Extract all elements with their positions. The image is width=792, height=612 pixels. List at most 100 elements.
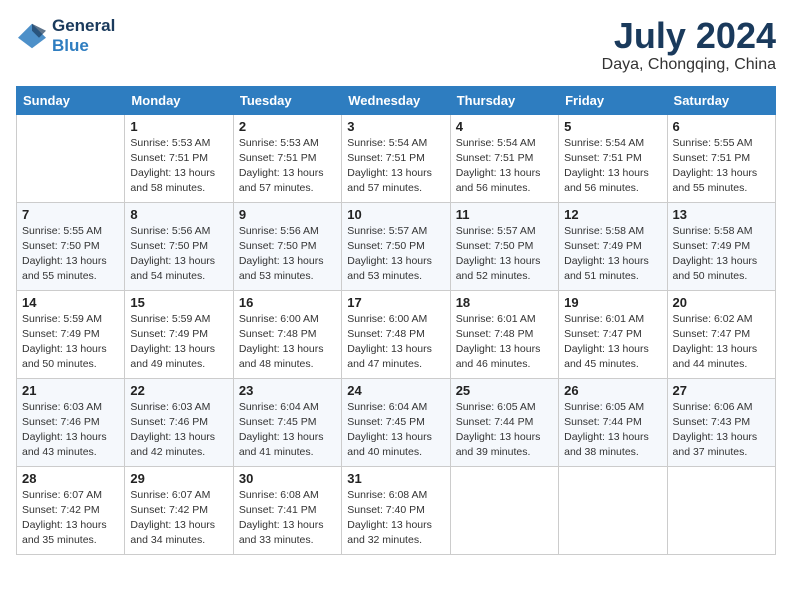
day-number: 11 (456, 207, 553, 222)
day-detail: Sunrise: 6:08 AMSunset: 7:41 PMDaylight:… (239, 488, 336, 549)
logo: General Blue (16, 16, 115, 55)
daylight-text: Daylight: 13 hours and 43 minutes. (22, 430, 119, 460)
sunrise-text: Sunrise: 5:59 AM (130, 312, 227, 327)
daylight-text: Daylight: 13 hours and 38 minutes. (564, 430, 661, 460)
weekday-header-thursday: Thursday (450, 86, 558, 114)
day-detail: Sunrise: 6:01 AMSunset: 7:48 PMDaylight:… (456, 312, 553, 373)
sunset-text: Sunset: 7:51 PM (239, 151, 336, 166)
calendar-cell: 30 Sunrise: 6:08 AMSunset: 7:41 PMDayligh… (233, 466, 341, 554)
calendar-cell: 6Sunrise: 5:55 AMSunset: 7:51 PMDaylight… (667, 114, 775, 202)
sunset-text: Sunset: 7:49 PM (22, 327, 119, 342)
sunrise-text: Sunrise: 6:08 AM (239, 488, 336, 503)
sunset-text: Sunset: 7:51 PM (130, 151, 227, 166)
weekday-header-saturday: Saturday (667, 86, 775, 114)
sunset-text: Sunset: 7:51 PM (347, 151, 444, 166)
day-detail: Sunrise: 6:04 AMSunset: 7:45 PMDaylight:… (239, 400, 336, 461)
day-number: 2 (239, 119, 336, 134)
daylight-text: Daylight: 13 hours and 37 minutes. (673, 430, 770, 460)
day-detail: Sunrise: 6:00 AMSunset: 7:48 PMDaylight:… (239, 312, 336, 373)
daylight-text: Daylight: 13 hours and 49 minutes. (130, 342, 227, 372)
daylight-text: Daylight: 13 hours and 46 minutes. (456, 342, 553, 372)
calendar-cell: 3Sunrise: 5:54 AMSunset: 7:51 PMDaylight… (342, 114, 450, 202)
day-number: 10 (347, 207, 444, 222)
sunrise-text: Sunrise: 6:00 AM (347, 312, 444, 327)
calendar-cell: 28Sunrise: 6:07 AMSunset: 7:42 PMDayligh… (17, 466, 125, 554)
week-row-5: 28Sunrise: 6:07 AMSunset: 7:42 PMDayligh… (17, 466, 776, 554)
day-detail: Sunrise: 6:00 AMSunset: 7:48 PMDaylight:… (347, 312, 444, 373)
day-detail: Sunrise: 6:03 AMSunset: 7:46 PMDaylight:… (22, 400, 119, 461)
sunrise-text: Sunrise: 5:57 AM (347, 224, 444, 239)
sunset-text: Sunset: 7:42 PM (130, 503, 227, 518)
page-header: General Blue July 2024 Daya, Chongqing, … (16, 16, 776, 74)
sunset-text: Sunset: 7:49 PM (564, 239, 661, 254)
sunrise-text: Sunrise: 5:55 AM (22, 224, 119, 239)
daylight-text: Daylight: 13 hours and 33 minutes. (239, 518, 336, 548)
sunrise-text: Sunrise: 5:58 AM (673, 224, 770, 239)
sunrise-text: Sunrise: 5:53 AM (130, 136, 227, 151)
daylight-text: Daylight: 13 hours and 54 minutes. (130, 254, 227, 284)
day-number: 15 (130, 295, 227, 310)
logo-icon (16, 22, 48, 50)
day-detail: Sunrise: 5:54 AMSunset: 7:51 PMDaylight:… (456, 136, 553, 197)
calendar-cell: 19Sunrise: 6:01 AMSunset: 7:47 PMDayligh… (559, 290, 667, 378)
sunrise-text: Sunrise: 5:59 AM (22, 312, 119, 327)
calendar-cell (667, 466, 775, 554)
day-number: 23 (239, 383, 336, 398)
day-detail: Sunrise: 5:54 AMSunset: 7:51 PMDaylight:… (347, 136, 444, 197)
day-detail: Sunrise: 5:53 AMSunset: 7:51 PMDaylight:… (130, 136, 227, 197)
daylight-text: Daylight: 13 hours and 58 minutes. (130, 166, 227, 196)
sunrise-text: Sunrise: 6:03 AM (22, 400, 119, 415)
day-number: 12 (564, 207, 661, 222)
sunset-text: Sunset: 7:40 PM (347, 503, 444, 518)
sunset-text: Sunset: 7:48 PM (239, 327, 336, 342)
calendar-cell: 1 Sunrise: 5:53 AMSunset: 7:51 PMDaylight… (125, 114, 233, 202)
sunset-text: Sunset: 7:48 PM (456, 327, 553, 342)
calendar-cell: 27Sunrise: 6:06 AMSunset: 7:43 PMDayligh… (667, 378, 775, 466)
day-number: 14 (22, 295, 119, 310)
logo-text: General Blue (52, 16, 115, 55)
sunrise-text: Sunrise: 6:01 AM (456, 312, 553, 327)
day-number: 18 (456, 295, 553, 310)
day-number: 29 (130, 471, 227, 486)
calendar-cell: 7Sunrise: 5:55 AMSunset: 7:50 PMDaylight… (17, 202, 125, 290)
sunset-text: Sunset: 7:47 PM (564, 327, 661, 342)
day-detail: Sunrise: 5:56 AMSunset: 7:50 PMDaylight:… (130, 224, 227, 285)
sunrise-text: Sunrise: 6:08 AM (347, 488, 444, 503)
calendar-cell: 26Sunrise: 6:05 AMSunset: 7:44 PMDayligh… (559, 378, 667, 466)
daylight-text: Daylight: 13 hours and 55 minutes. (22, 254, 119, 284)
day-number: 30 (239, 471, 336, 486)
day-number: 22 (130, 383, 227, 398)
sunrise-text: Sunrise: 5:54 AM (347, 136, 444, 151)
daylight-text: Daylight: 13 hours and 40 minutes. (347, 430, 444, 460)
sunrise-text: Sunrise: 5:56 AM (130, 224, 227, 239)
calendar-cell: 4Sunrise: 5:54 AMSunset: 7:51 PMDaylight… (450, 114, 558, 202)
calendar-cell: 16 Sunrise: 6:00 AMSunset: 7:48 PMDayligh… (233, 290, 341, 378)
sunset-text: Sunset: 7:50 PM (347, 239, 444, 254)
sunrise-text: Sunrise: 5:54 AM (456, 136, 553, 151)
day-number: 27 (673, 383, 770, 398)
sunset-text: Sunset: 7:50 PM (239, 239, 336, 254)
calendar-cell: 18 Sunrise: 6:01 AMSunset: 7:48 PMDayligh… (450, 290, 558, 378)
day-number: 1 (130, 119, 227, 134)
location-subtitle: Daya, Chongqing, China (602, 56, 776, 74)
calendar-cell: 31Sunrise: 6:08 AMSunset: 7:40 PMDayligh… (342, 466, 450, 554)
sunset-text: Sunset: 7:50 PM (456, 239, 553, 254)
daylight-text: Daylight: 13 hours and 35 minutes. (22, 518, 119, 548)
daylight-text: Daylight: 13 hours and 48 minutes. (239, 342, 336, 372)
sunset-text: Sunset: 7:42 PM (22, 503, 119, 518)
day-number: 17 (347, 295, 444, 310)
sunrise-text: Sunrise: 5:54 AM (564, 136, 661, 151)
daylight-text: Daylight: 13 hours and 52 minutes. (456, 254, 553, 284)
sunset-text: Sunset: 7:45 PM (239, 415, 336, 430)
calendar-cell: 8Sunrise: 5:56 AMSunset: 7:50 PMDaylight… (125, 202, 233, 290)
weekday-header-sunday: Sunday (17, 86, 125, 114)
day-detail: Sunrise: 5:55 AMSunset: 7:50 PMDaylight:… (22, 224, 119, 285)
day-detail: Sunrise: 5:59 AMSunset: 7:49 PMDaylight:… (130, 312, 227, 373)
day-detail: Sunrise: 5:55 AMSunset: 7:51 PMDaylight:… (673, 136, 770, 197)
day-number: 16 (239, 295, 336, 310)
daylight-text: Daylight: 13 hours and 53 minutes. (239, 254, 336, 284)
day-detail: Sunrise: 5:53 AMSunset: 7:51 PMDaylight:… (239, 136, 336, 197)
day-detail: Sunrise: 6:05 AMSunset: 7:44 PMDaylight:… (456, 400, 553, 461)
day-number: 25 (456, 383, 553, 398)
daylight-text: Daylight: 13 hours and 51 minutes. (564, 254, 661, 284)
